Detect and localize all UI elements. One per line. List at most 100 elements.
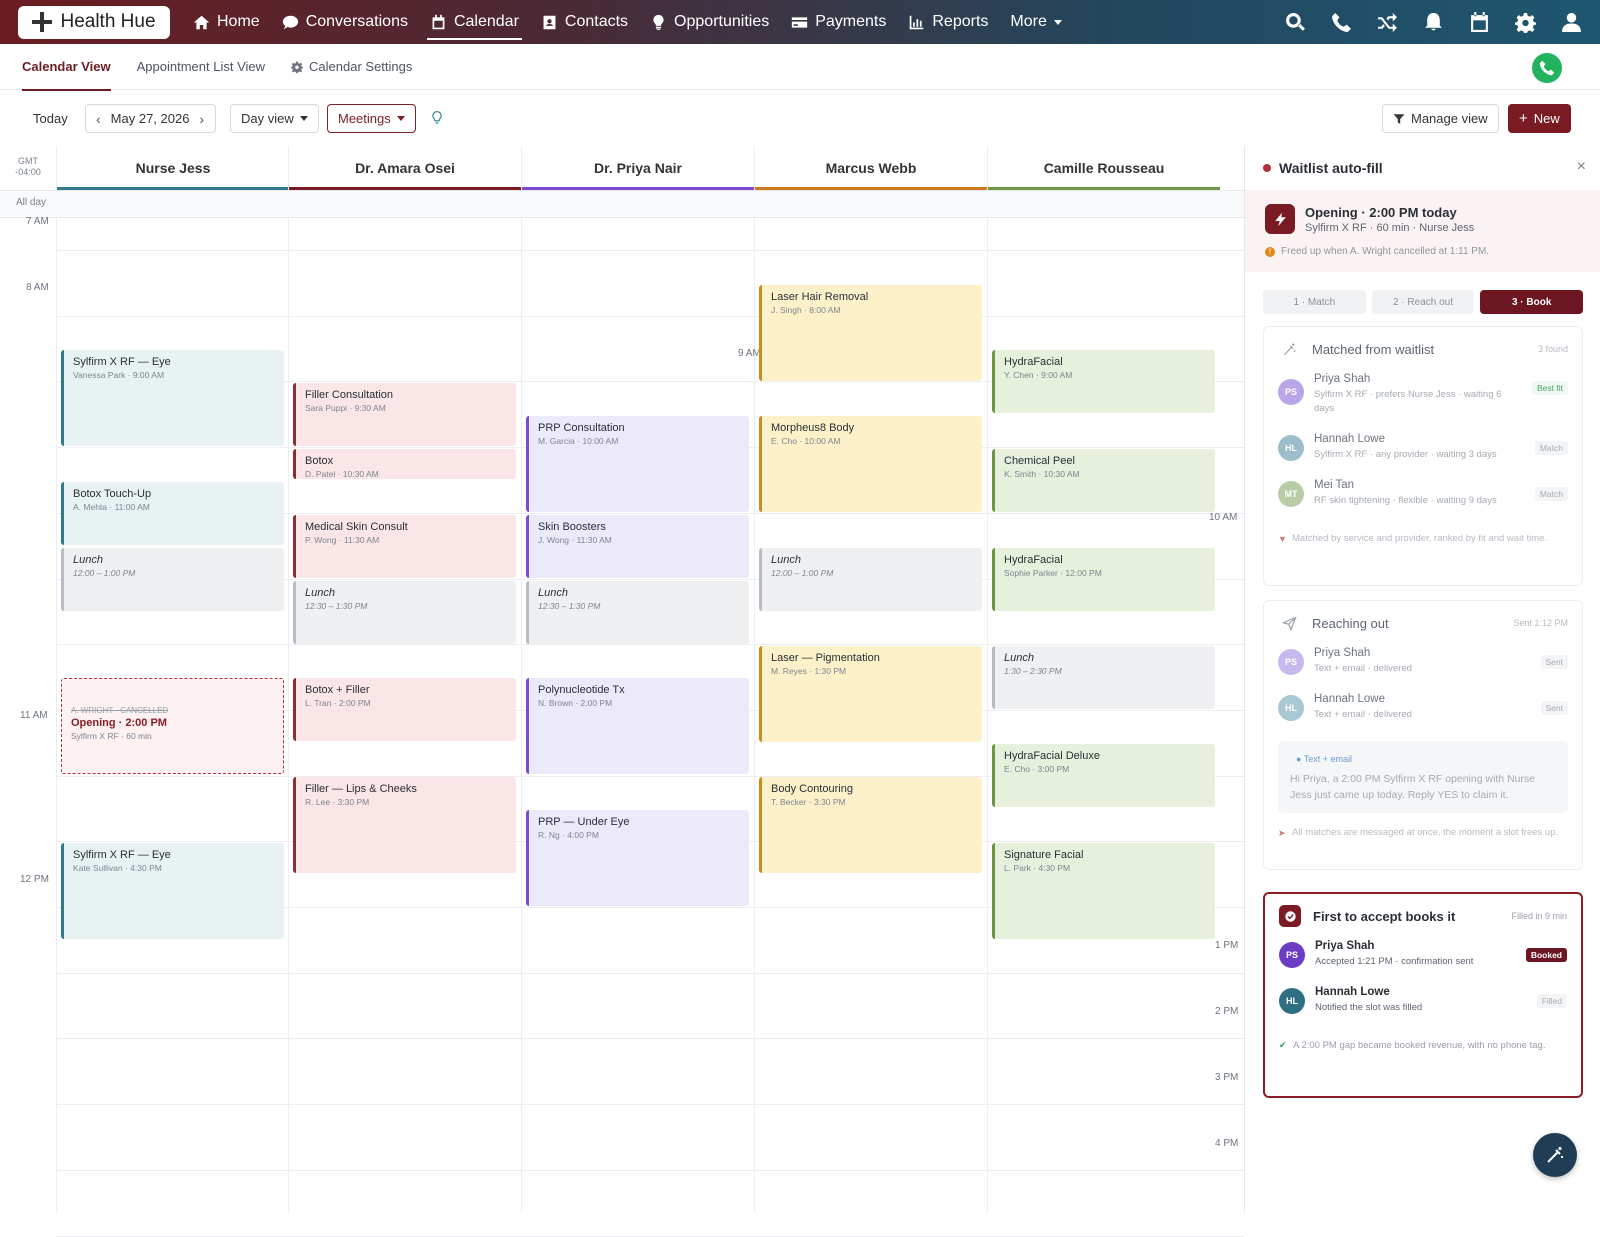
calendar-event[interactable]: PRP Consultation M. Garcia · 10:00 AM bbox=[526, 416, 749, 512]
time-label: 11 AM bbox=[20, 710, 48, 721]
event-title: Filler Consultation bbox=[305, 389, 394, 401]
nav-payments[interactable]: Payments bbox=[780, 0, 897, 44]
app-logo[interactable]: Health Hue bbox=[18, 5, 170, 39]
send-icon: ➤ bbox=[1278, 828, 1286, 838]
time-label: 1 PM bbox=[1215, 940, 1239, 951]
calendar-event[interactable]: Botox D. Patel · 10:30 AM bbox=[293, 449, 516, 479]
new-button[interactable]: + New bbox=[1508, 104, 1571, 133]
calendar-event[interactable]: Lunch 12:30 – 1:30 PM bbox=[293, 581, 516, 644]
calendar-event[interactable]: Botox Touch-Up A. Mehta · 11:00 AM bbox=[61, 482, 284, 545]
event-title: Lunch bbox=[538, 587, 568, 599]
calendar-event[interactable]: Morpheus8 Body E. Cho · 10:00 AM bbox=[759, 416, 982, 512]
calendar-toolbar: Today ‹ May 27, 2026 › Day view Meetings… bbox=[0, 90, 1600, 146]
phone-icon[interactable] bbox=[1330, 11, 1352, 33]
gear-icon[interactable] bbox=[1514, 11, 1536, 33]
booked-footnote-text: A 2:00 PM gap became booked revenue, wit… bbox=[1293, 1040, 1546, 1051]
provider-color-bar bbox=[289, 187, 521, 190]
step-book[interactable]: 3 · Book bbox=[1480, 290, 1584, 314]
calendar-event[interactable]: Signature Facial L. Park · 4:30 PM bbox=[992, 843, 1215, 939]
manage-view-button[interactable]: Manage view bbox=[1382, 104, 1499, 133]
chevron-right-icon[interactable]: › bbox=[199, 111, 204, 127]
today-button[interactable]: Today bbox=[22, 104, 79, 133]
column-header[interactable]: Camille Rousseau bbox=[987, 146, 1220, 190]
calendar-event[interactable]: Filler — Lips & Cheeks R. Lee · 3:30 PM bbox=[293, 777, 516, 873]
calendar-event[interactable]: Laser — Pigmentation M. Reyes · 1:30 PM bbox=[759, 646, 982, 742]
match-tag: Match bbox=[1534, 441, 1568, 455]
tab-appointment-list-view[interactable]: Appointment List View bbox=[137, 44, 265, 90]
event-title: Botox + Filler bbox=[305, 684, 370, 696]
close-icon[interactable]: × bbox=[1577, 158, 1586, 176]
meetings-filter[interactable]: Meetings bbox=[327, 104, 416, 133]
calendar-event[interactable]: Medical Skin Consult P. Wong · 11:30 AM bbox=[293, 515, 516, 578]
event-subtitle: 1:30 – 2:30 PM bbox=[1004, 666, 1062, 676]
tab-calendar-view[interactable]: Calendar View bbox=[22, 44, 111, 91]
calendar-event[interactable]: Lunch 1:30 – 2:30 PM bbox=[992, 646, 1215, 709]
search-icon[interactable] bbox=[1284, 11, 1306, 33]
list-item[interactable]: MT Mei Tan RF skin tightening · flexible… bbox=[1264, 477, 1582, 523]
date-picker[interactable]: ‹ May 27, 2026 › bbox=[85, 104, 216, 133]
bell-icon[interactable] bbox=[1422, 11, 1444, 33]
step-reach-out[interactable]: 2 · Reach out bbox=[1371, 290, 1475, 314]
column-header[interactable]: Marcus Webb bbox=[754, 146, 987, 190]
column-header[interactable]: Dr. Amara Osei bbox=[288, 146, 521, 190]
calendar-event[interactable]: Lunch 12:00 – 1:00 PM bbox=[61, 548, 284, 611]
calendar-event[interactable]: Skin Boosters J. Wong · 11:30 AM bbox=[526, 515, 749, 578]
step-match[interactable]: 1 · Match bbox=[1263, 290, 1366, 314]
calendar-icon[interactable] bbox=[1468, 11, 1490, 33]
all-day-row[interactable] bbox=[0, 190, 1244, 218]
provider-name: Dr. Priya Nair bbox=[594, 160, 682, 176]
calendar-event[interactable]: Sylfirm X RF — Eye Vanessa Park · 9:00 AM bbox=[61, 350, 284, 446]
ai-assist-button[interactable] bbox=[1533, 1133, 1577, 1177]
open-slot-event[interactable]: A. WRIGHT · CANCELLED Opening · 2:00 PM Sy… bbox=[61, 678, 284, 774]
nav-opportunities[interactable]: Opportunities bbox=[639, 0, 780, 44]
opening-title: Opening · 2:00 PM today bbox=[1305, 205, 1457, 220]
view-select[interactable]: Day view bbox=[230, 104, 319, 133]
nav-more[interactable]: More bbox=[999, 0, 1072, 44]
calendar-event[interactable]: HydraFacial Sophie Parker · 12:00 PM bbox=[992, 548, 1215, 611]
calendar-event[interactable]: Filler Consultation Sara Puppi · 9:30 AM bbox=[293, 383, 516, 446]
nav-calendar[interactable]: Calendar bbox=[419, 0, 530, 44]
event-title: Botox Touch-Up bbox=[73, 488, 152, 500]
calendar-event[interactable]: Laser Hair Removal J. Singh · 8:00 AM bbox=[759, 285, 982, 381]
column-header[interactable]: Nurse Jess bbox=[56, 146, 289, 190]
nav-reports[interactable]: Reports bbox=[897, 0, 999, 44]
shuffle-icon[interactable] bbox=[1376, 11, 1398, 33]
lightbulb-icon[interactable] bbox=[430, 110, 444, 126]
event-title: Laser — Pigmentation bbox=[771, 652, 880, 664]
match-desc: Sylfirm X RF · prefers Nurse Jess · wait… bbox=[1314, 389, 1502, 414]
calendar-event[interactable]: Botox + Filler L. Tran · 2:00 PM bbox=[293, 678, 516, 741]
panel-header: Waitlist auto-fill bbox=[1245, 146, 1600, 190]
calendar-event[interactable]: Lunch 12:00 – 1:00 PM bbox=[759, 548, 982, 611]
calendar-event[interactable]: HydraFacial Deluxe E. Cho · 3:00 PM bbox=[992, 744, 1215, 807]
list-item[interactable]: HL Hannah Lowe Sylfirm X RF · any provid… bbox=[1264, 431, 1582, 477]
calendar-event[interactable]: Lunch 12:30 – 1:30 PM bbox=[526, 581, 749, 644]
column-header[interactable]: Dr. Priya Nair bbox=[521, 146, 754, 190]
chevron-left-icon[interactable]: ‹ bbox=[96, 111, 101, 127]
chart-icon bbox=[910, 15, 924, 29]
list-item[interactable]: HL Hannah Lowe Text + email · delivered … bbox=[1264, 691, 1582, 737]
list-item[interactable]: HL Hannah Lowe Notified the slot was fil… bbox=[1265, 984, 1581, 1030]
list-item[interactable]: PS Priya Shah Sylfirm X RF · prefers Nur… bbox=[1264, 371, 1582, 431]
hour-line bbox=[56, 1235, 1244, 1237]
nav-conversations[interactable]: Conversations bbox=[271, 0, 419, 44]
list-item[interactable]: PS Priya Shah Text + email · delivered S… bbox=[1264, 645, 1582, 691]
calendar-event[interactable]: Body Contouring T. Becker · 3:30 PM bbox=[759, 777, 982, 873]
nav-home[interactable]: Home bbox=[182, 0, 271, 44]
call-button[interactable] bbox=[1532, 53, 1562, 83]
avatar: PS bbox=[1279, 942, 1305, 968]
calendar-icon bbox=[432, 14, 445, 29]
filled-badge: Filled bbox=[1536, 994, 1567, 1008]
tab-calendar-settings[interactable]: Calendar Settings bbox=[291, 44, 412, 90]
opening-note-text: Freed up when A. Wright cancelled at 1:1… bbox=[1281, 246, 1490, 257]
calendar-event[interactable]: Polynucleotide Tx N. Brown · 2:00 PM bbox=[526, 678, 749, 774]
user-icon[interactable] bbox=[1560, 11, 1582, 33]
list-item[interactable]: PS Priya Shah Accepted 1:21 PM · confirm… bbox=[1265, 938, 1581, 984]
event-title: Chemical Peel bbox=[1004, 455, 1075, 467]
calendar-event[interactable]: Chemical Peel K. Smith · 10:30 AM bbox=[992, 449, 1215, 512]
calendar-event[interactable]: HydraFacial Y. Chen · 9:00 AM bbox=[992, 350, 1215, 413]
calendar-event[interactable]: Sylfirm X RF — Eye Kate Sullivan · 4:30 P… bbox=[61, 843, 284, 939]
booked-card: First to accept books it Filled in 9 min… bbox=[1263, 892, 1583, 1098]
nav-contacts[interactable]: Contacts bbox=[530, 0, 639, 44]
calendar-event[interactable]: PRP — Under Eye R. Ng · 4:00 PM bbox=[526, 810, 749, 906]
booked-badge: Booked bbox=[1525, 948, 1567, 962]
